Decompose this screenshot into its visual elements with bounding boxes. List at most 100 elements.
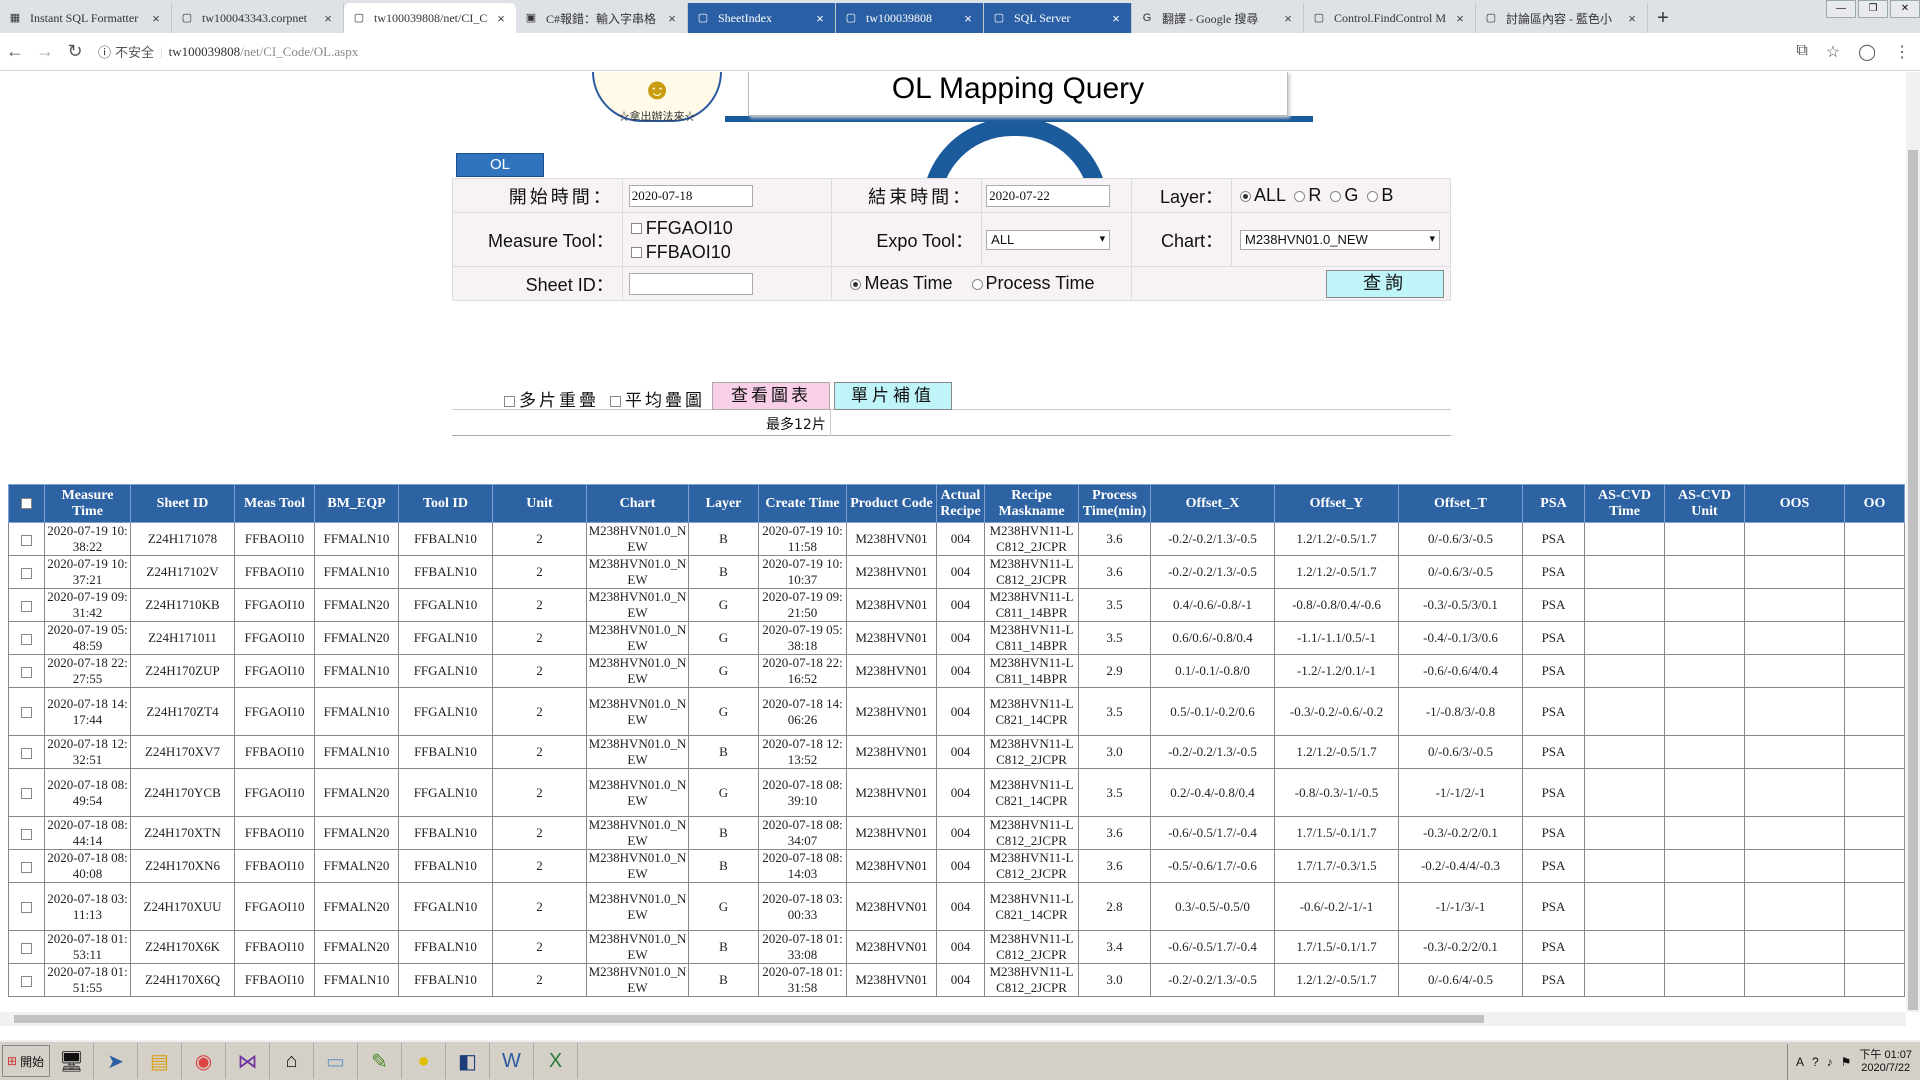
browser-tab[interactable]: G 翻譯 - Google 搜尋 × bbox=[1132, 3, 1304, 33]
end-time-input[interactable]: 2020-07-22 bbox=[986, 184, 1111, 207]
chrome-icon[interactable]: ◉ bbox=[182, 1043, 226, 1079]
url-field[interactable]: ⓘ 不安全 | tw100039808 /net/CI_Code/OL.aspx bbox=[98, 42, 358, 61]
vertical-scroll-thumb[interactable] bbox=[1908, 150, 1918, 1010]
column-header[interactable]: BM_EQP bbox=[314, 484, 399, 523]
column-header[interactable]: Create Time bbox=[758, 484, 847, 523]
column-header[interactable]: Sheet ID bbox=[130, 484, 235, 523]
row-checkbox[interactable] bbox=[21, 633, 32, 645]
select-all-checkbox[interactable] bbox=[21, 497, 32, 509]
table-row[interactable]: 2020-07-19 10:38:22 Z24H171078 FFBAOI10 FFM… bbox=[8, 522, 1905, 556]
column-header[interactable]: Offset_X bbox=[1150, 484, 1275, 523]
close-tab-icon[interactable]: × bbox=[494, 11, 508, 26]
volume-icon[interactable]: ♪ bbox=[1827, 1055, 1833, 1069]
sql-tool-icon[interactable]: ◧ bbox=[446, 1043, 490, 1079]
row-checkbox[interactable] bbox=[21, 534, 32, 546]
radio-process-time[interactable]: Process Time bbox=[971, 273, 1095, 293]
browser-tab[interactable]: ▢ Control.FindControl M × bbox=[1304, 3, 1476, 33]
column-header[interactable]: Unit bbox=[492, 484, 587, 523]
column-header[interactable]: AS-CVD Unit bbox=[1664, 484, 1745, 523]
start-time-input[interactable]: 2020-07-18 bbox=[628, 184, 753, 207]
column-header[interactable]: Measure Time bbox=[44, 484, 131, 523]
clock[interactable]: 下午 01:07 2020/7/22 bbox=[1859, 1049, 1912, 1075]
vertical-scrollbar[interactable] bbox=[1906, 72, 1920, 1012]
close-tab-icon[interactable]: × bbox=[1281, 11, 1295, 26]
visual-studio-icon[interactable]: ⋈ bbox=[226, 1043, 270, 1079]
row-checkbox[interactable] bbox=[21, 666, 32, 678]
row-checkbox[interactable] bbox=[21, 975, 32, 987]
browser-tab[interactable]: ▢ SQL Server × bbox=[984, 3, 1132, 33]
row-checkbox[interactable] bbox=[21, 788, 32, 800]
expo-tool-select[interactable]: ALL bbox=[986, 230, 1111, 251]
browser-tab[interactable]: ▢ tw100039808/net/CI_C × bbox=[344, 3, 516, 33]
close-tab-icon[interactable]: × bbox=[961, 11, 975, 26]
back-icon[interactable]: ← bbox=[0, 41, 30, 62]
column-header[interactable]: Chart bbox=[586, 484, 689, 523]
close-tab-icon[interactable]: × bbox=[1453, 11, 1467, 26]
column-header[interactable]: Layer bbox=[688, 484, 759, 523]
column-header[interactable]: Offset_T bbox=[1398, 484, 1523, 523]
horizontal-scrollbar[interactable] bbox=[0, 1012, 1906, 1026]
sticky-icon[interactable]: ● bbox=[402, 1043, 446, 1079]
start-button[interactable]: ⊞ 開始 bbox=[2, 1045, 50, 1077]
row-checkbox[interactable] bbox=[21, 861, 32, 873]
single-comp-button[interactable]: 單片補值 bbox=[834, 382, 952, 410]
browser-tab[interactable]: ▢ SheetIndex × bbox=[688, 3, 836, 33]
help-icon[interactable]: ? bbox=[1812, 1055, 1819, 1069]
computer-icon[interactable]: 🖥 bbox=[50, 1043, 94, 1079]
column-header[interactable]: OOS bbox=[1744, 484, 1845, 523]
column-header[interactable]: Actual Recipe bbox=[936, 484, 985, 523]
table-row[interactable]: 2020-07-18 08:44:14 Z24H170XTN FFBAOI10 FFM… bbox=[8, 816, 1905, 850]
avg-overlay-checkbox[interactable]: 平均疊圖 bbox=[610, 386, 705, 411]
table-row[interactable]: 2020-07-18 12:32:51 Z24H170XV7 FFBAOI10 FFM… bbox=[8, 735, 1905, 769]
reload-icon[interactable]: ↻ bbox=[60, 41, 90, 62]
column-header[interactable]: Tool ID bbox=[398, 484, 493, 523]
close-tab-icon[interactable]: × bbox=[1625, 11, 1639, 26]
table-row[interactable]: 2020-07-18 08:49:54 Z24H170YCB FFGAOI10 FFM… bbox=[8, 768, 1905, 817]
minimize-button[interactable]: — bbox=[1826, 0, 1856, 18]
measure-tool-checkbox-ffgaoi10[interactable]: FFGAOI10 bbox=[630, 216, 832, 240]
powershell-icon[interactable]: ➤ bbox=[94, 1043, 138, 1079]
view-chart-button[interactable]: 查看圖表 bbox=[712, 382, 830, 410]
file-explorer-icon[interactable]: ▤ bbox=[138, 1043, 182, 1079]
excel-icon[interactable]: X bbox=[534, 1043, 578, 1079]
row-checkbox[interactable] bbox=[21, 828, 32, 840]
column-header[interactable]: Offset_Y bbox=[1274, 484, 1399, 523]
close-tab-icon[interactable]: × bbox=[1109, 11, 1123, 26]
profile-icon[interactable]: ◯ bbox=[1858, 42, 1876, 62]
chart-select[interactable]: M238HVN01.0_NEW bbox=[1239, 230, 1440, 251]
close-window-button[interactable]: ✕ bbox=[1890, 0, 1920, 18]
column-header[interactable]: Recipe Maskname bbox=[984, 484, 1079, 523]
horizontal-scroll-thumb[interactable] bbox=[14, 1015, 1484, 1023]
sheet-id-input[interactable] bbox=[628, 272, 753, 295]
column-header[interactable]: Process Time(min) bbox=[1078, 484, 1151, 523]
restore-button[interactable]: ❐ bbox=[1858, 0, 1888, 18]
table-row[interactable]: 2020-07-18 03:11:13 Z24H170XUU FFGAOI10 FFM… bbox=[8, 882, 1905, 931]
bookmark-star-icon[interactable]: ☆ bbox=[1826, 42, 1840, 62]
row-checkbox[interactable] bbox=[21, 942, 32, 954]
flag-icon[interactable]: ⚑ bbox=[1841, 1055, 1852, 1069]
table-row[interactable]: 2020-07-18 01:51:55 Z24H170X6Q FFBAOI10 FFM… bbox=[8, 963, 1905, 997]
row-checkbox[interactable] bbox=[21, 600, 32, 612]
layer-radio-r[interactable]: R bbox=[1294, 185, 1321, 205]
word-icon[interactable]: W bbox=[490, 1043, 534, 1079]
browser-tab[interactable]: ▢ 討論區內容 - 藍色小 × bbox=[1476, 3, 1648, 33]
browser-tab[interactable]: ▢ tw100039808 × bbox=[836, 3, 984, 33]
ime-icon[interactable]: A bbox=[1796, 1055, 1804, 1069]
layer-radio-b[interactable]: B bbox=[1367, 185, 1393, 205]
column-header[interactable]: PSA bbox=[1522, 484, 1585, 523]
table-row[interactable]: 2020-07-19 05:48:59 Z24H171011 FFGAOI10 FFM… bbox=[8, 621, 1905, 655]
measure-tool-checkbox-ffbaoi10[interactable]: FFBAOI10 bbox=[630, 240, 832, 264]
table-row[interactable]: 2020-07-19 09:31:42 Z24H1710KB FFGAOI10 FFM… bbox=[8, 588, 1905, 622]
close-tab-icon[interactable]: × bbox=[665, 11, 679, 26]
tab-ol[interactable]: OL bbox=[456, 153, 544, 177]
table-row[interactable]: 2020-07-18 14:17:44 Z24H170ZT4 FFGAOI10 FFM… bbox=[8, 687, 1905, 736]
layer-radio-g[interactable]: G bbox=[1330, 185, 1358, 205]
query-button[interactable]: 查詢 bbox=[1326, 269, 1444, 298]
translate-icon[interactable]: ⧉ bbox=[1796, 42, 1807, 62]
notepad-icon[interactable]: ▭ bbox=[314, 1043, 358, 1079]
column-header[interactable]: Product Code bbox=[846, 484, 937, 523]
table-row[interactable]: 2020-07-18 01:53:11 Z24H170X6K FFBAOI10 FFM… bbox=[8, 930, 1905, 964]
radio-meas-time[interactable]: Meas Time bbox=[850, 273, 952, 293]
new-tab-button[interactable]: + bbox=[1648, 3, 1678, 33]
table-row[interactable]: 2020-07-18 08:40:08 Z24H170XN6 FFBAOI10 FFM… bbox=[8, 849, 1905, 883]
